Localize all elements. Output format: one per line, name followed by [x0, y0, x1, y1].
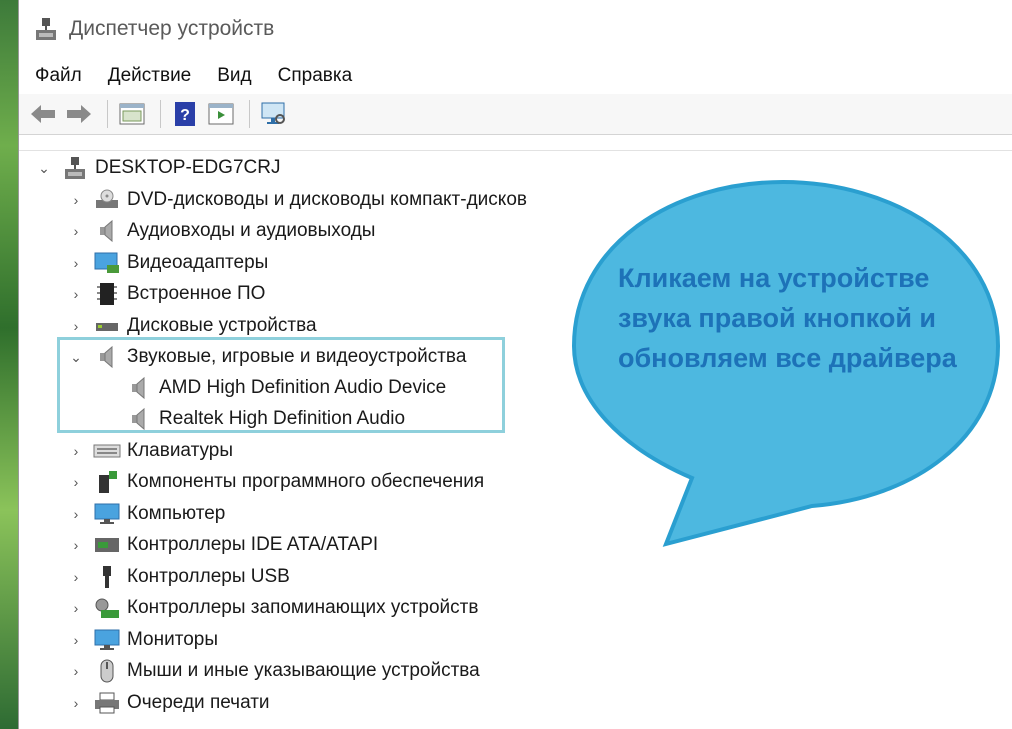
computer-icon [93, 500, 121, 528]
display-adapter-icon [93, 249, 121, 277]
software-component-icon [93, 468, 121, 496]
expand-chevron-icon[interactable]: › [65, 192, 87, 208]
tree-item-label: DVD-дисководы и дисководы компакт-дисков [127, 189, 527, 210]
menu-file[interactable]: Файл [35, 65, 82, 87]
tree-item[interactable]: › Контроллеры запоминающих устройств [65, 593, 478, 623]
monitor-scan-icon [261, 102, 285, 124]
svg-text:?: ? [180, 107, 190, 124]
keyboard-icon [93, 437, 121, 465]
expand-chevron-icon[interactable]: › [65, 663, 87, 679]
tree-item-label: Контроллеры IDE ATA/ATAPI [127, 534, 379, 555]
tree-item-label: Клавиатуры [127, 440, 234, 461]
tree-item-label: Мониторы [127, 629, 218, 650]
expand-chevron-icon[interactable]: › [65, 632, 87, 648]
tree-root-label: DESKTOP-EDG7CRJ [95, 157, 281, 178]
tree-item-label: Аудиовходы и аудиовыходы [127, 220, 376, 241]
tree-item[interactable]: › Компоненты программного обеспечения [65, 467, 484, 497]
tree-item[interactable]: › Очереди печати [65, 688, 270, 718]
show-hidden-button[interactable] [205, 98, 237, 130]
callout-text: Кликаем на устройстве звука правой кнопк… [618, 263, 957, 373]
tree-item-label: Контроллеры USB [127, 566, 290, 587]
run-window-icon [208, 103, 234, 125]
tree-item-label: Компоненты программного обеспечения [127, 471, 485, 492]
storage-controller-icon [93, 594, 121, 622]
properties-window-icon [119, 103, 145, 125]
expand-chevron-icon[interactable]: › [65, 223, 87, 239]
printer-icon [93, 689, 121, 717]
menu-action[interactable]: Действие [108, 65, 192, 87]
monitor-icon [93, 626, 121, 654]
tree-root[interactable]: ⌄ DESKTOP-EDG7CRJ [33, 153, 280, 183]
tree-item-label: Контроллеры запоминающих устройств [127, 597, 479, 618]
tree-item-label: Компьютер [127, 503, 226, 524]
firmware-chip-icon [93, 280, 121, 308]
menu-view[interactable]: Вид [217, 65, 251, 87]
toolbar-separator [249, 100, 250, 128]
tree-item[interactable]: › Мониторы [65, 625, 218, 655]
mouse-icon [93, 657, 121, 685]
expand-chevron-icon[interactable]: › [65, 600, 87, 616]
tree-item[interactable]: › Контроллеры USB [65, 562, 290, 592]
tree-item[interactable]: › DVD-дисководы и дисководы компакт-диск… [65, 185, 527, 215]
expand-chevron-icon[interactable]: › [65, 255, 87, 271]
tree-item[interactable]: › Контроллеры IDE ATA/ATAPI [65, 530, 379, 560]
back-arrow-icon [31, 105, 55, 123]
tree-item-label: Встроенное ПО [127, 283, 266, 304]
menu-help[interactable]: Справка [278, 65, 353, 87]
toolbar: ? [19, 94, 1012, 135]
tree-item-label: Видеоадаптеры [127, 252, 269, 273]
tree-item[interactable]: › Клавиатуры [65, 436, 233, 466]
tree-item-label: Очереди печати [127, 692, 270, 713]
scan-hardware-button[interactable] [258, 98, 290, 130]
tree-item[interactable]: › Аудиовходы и аудиовыходы [65, 216, 375, 246]
device-manager-icon [36, 18, 56, 40]
window-title: Диспетчер устройств [69, 17, 275, 40]
disk-drive-icon [93, 312, 121, 340]
help-button[interactable]: ? [169, 98, 201, 130]
properties-button[interactable] [116, 98, 148, 130]
computer-root-icon [61, 154, 89, 182]
collapse-chevron-icon[interactable]: ⌄ [33, 160, 55, 177]
expand-chevron-icon[interactable]: › [65, 286, 87, 302]
tree-item[interactable]: › Мыши и иные указывающие устройства [65, 656, 480, 686]
back-button[interactable] [27, 98, 59, 130]
expand-chevron-icon[interactable]: › [65, 537, 87, 553]
title-bar: Диспетчер устройств [19, 0, 1012, 58]
expand-chevron-icon[interactable]: › [65, 695, 87, 711]
expand-chevron-icon[interactable]: › [65, 443, 87, 459]
forward-button[interactable] [63, 98, 95, 130]
tree-item[interactable]: › Компьютер [65, 499, 225, 529]
speaker-icon [93, 217, 121, 245]
desktop-background [0, 0, 18, 729]
tree-item-label: Дисковые устройства [127, 315, 317, 336]
toolbar-separator [160, 100, 161, 128]
expand-chevron-icon[interactable]: › [65, 474, 87, 490]
expand-chevron-icon[interactable]: › [65, 569, 87, 585]
tree-item[interactable]: › Видеоадаптеры [65, 248, 268, 278]
forward-arrow-icon [67, 105, 91, 123]
usb-icon [93, 563, 121, 591]
menu-bar: Файл Действие Вид Справка [19, 58, 1012, 94]
expand-chevron-icon[interactable]: › [65, 318, 87, 334]
expand-chevron-icon[interactable]: › [65, 506, 87, 522]
tree-item[interactable]: › Встроенное ПО [65, 279, 265, 309]
sound-devices-highlight-box [57, 337, 505, 433]
tree-item-label: Мыши и иные указывающие устройства [127, 660, 480, 681]
dvd-drive-icon [93, 186, 121, 214]
toolbar-separator [107, 100, 108, 128]
help-question-icon: ? [175, 102, 195, 126]
ide-controller-icon [93, 531, 121, 559]
